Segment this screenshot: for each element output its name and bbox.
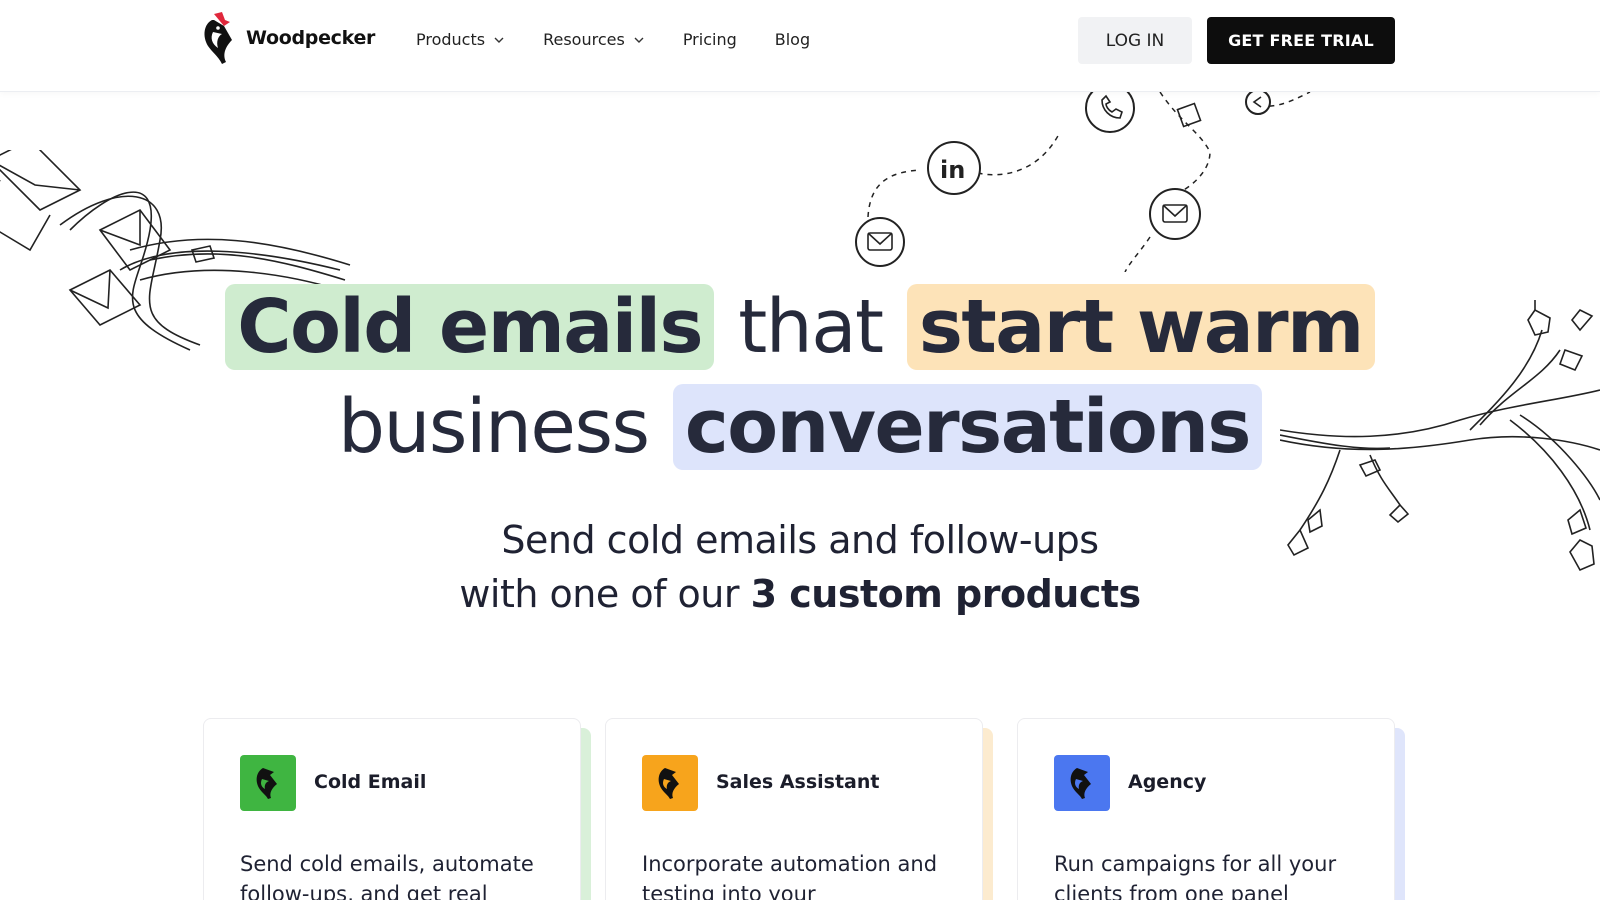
highlight-cold-emails: Cold emails: [225, 284, 715, 370]
brand-name: Woodpecker: [246, 27, 376, 49]
nav-blog-label: Blog: [774, 30, 811, 49]
top-navigation: Woodpecker Products Resources Pricing Bl…: [0, 0, 1600, 92]
woodpecker-icon: [1054, 755, 1110, 811]
channels-path-illustration: in: [855, 92, 1311, 272]
nav-pricing-label: Pricing: [682, 30, 737, 49]
card-description: Incorporate automation and testing into …: [642, 852, 938, 900]
highlight-conversations: conversations: [672, 384, 1262, 470]
mail-icon: [1149, 188, 1201, 240]
hero-headline-line1: Cold emails that start warm: [0, 284, 1600, 370]
product-card-agency: Agency Run campaigns for all your client…: [1017, 718, 1405, 900]
login-button[interactable]: LOG IN: [1078, 17, 1192, 64]
hero-headline-line2: business conversations: [0, 384, 1600, 470]
chevron-down-icon: [494, 37, 504, 43]
nav-pricing[interactable]: Pricing: [683, 30, 737, 49]
card-description: Send cold emails, automate follow-ups, a…: [240, 852, 534, 900]
headline-connector: that: [738, 284, 884, 370]
headline-business: business: [338, 384, 650, 470]
woodpecker-icon: [642, 755, 698, 811]
card-title: Agency: [1128, 771, 1207, 793]
subtitle-bold: 3 custom products: [750, 572, 1142, 616]
get-free-trial-button[interactable]: GET FREE TRIAL: [1207, 17, 1395, 64]
nav-resources[interactable]: Resources: [543, 30, 645, 49]
mail-icon: [855, 217, 905, 267]
chevron-down-icon: [634, 37, 644, 43]
highlight-start-warm: start warm: [906, 284, 1375, 370]
hero-subtitle-line1: Send cold emails and follow-ups: [501, 518, 1099, 562]
card-title: Cold Email: [314, 771, 427, 793]
reply-icon: [1245, 92, 1271, 115]
card-description: Run campaigns for all your clients from …: [1054, 852, 1337, 900]
woodpecker-icon: [240, 755, 296, 811]
nav-products[interactable]: Products: [416, 30, 505, 49]
nav-blog[interactable]: Blog: [775, 30, 810, 49]
product-card-sales-assistant: Sales Assistant Incorporate automation a…: [605, 718, 993, 900]
cold-email-card[interactable]: Cold Email Send cold emails, automate fo…: [203, 718, 581, 900]
nav-products-label: Products: [416, 30, 486, 49]
linkedin-icon: [927, 141, 981, 195]
sales-assistant-card[interactable]: Sales Assistant Incorporate automation a…: [605, 718, 983, 900]
phone-icon: [1085, 92, 1135, 133]
nav-resources-label: Resources: [543, 30, 625, 49]
card-title: Sales Assistant: [716, 771, 880, 793]
agency-card[interactable]: Agency Run campaigns for all your client…: [1017, 718, 1395, 900]
hero-subtitle-line2: with one of our 3 custom products: [0, 572, 1600, 616]
woodpecker-logo-icon: [204, 12, 232, 64]
subtitle-plain: with one of our: [459, 572, 739, 616]
main-menu: Products Resources Pricing Blog: [416, 30, 810, 49]
brand-logo[interactable]: Woodpecker: [200, 10, 375, 66]
svg-text:in: in: [940, 156, 965, 184]
product-card-cold-email: Cold Email Send cold emails, automate fo…: [203, 718, 591, 900]
